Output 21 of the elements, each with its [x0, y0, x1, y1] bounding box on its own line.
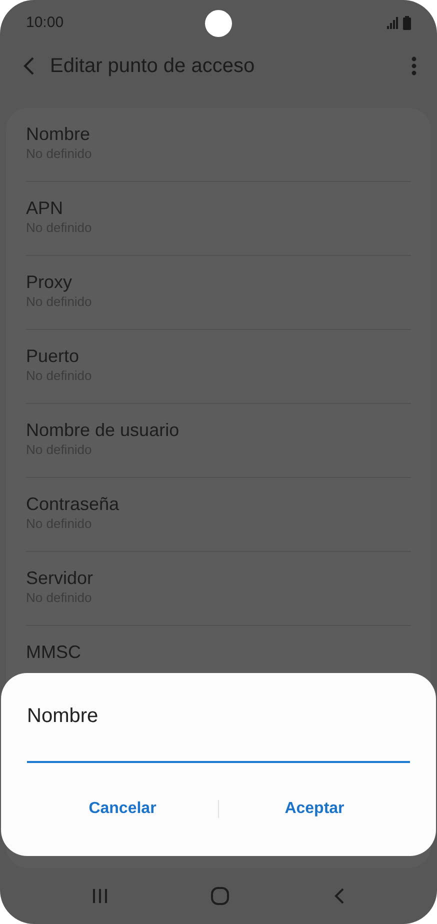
status-time: 10:00 — [26, 13, 64, 33]
setting-title[interactable]: Nombre de usuario — [26, 419, 411, 441]
back-button[interactable] — [22, 56, 36, 76]
setting-title[interactable]: Nombre — [26, 123, 411, 145]
setting-title[interactable]: MMSC — [26, 641, 411, 663]
setting-title[interactable]: Proxy — [26, 271, 411, 293]
recent-apps-icon[interactable] — [92, 888, 108, 904]
setting-title[interactable]: Contraseña — [26, 493, 411, 515]
home-icon[interactable] — [211, 887, 230, 905]
accept-button[interactable]: Aceptar — [219, 793, 410, 825]
battery-icon — [403, 16, 411, 30]
more-options-button[interactable] — [411, 56, 417, 76]
dialog-title: Nombre — [27, 704, 100, 729]
setting-title[interactable]: APN — [26, 197, 411, 219]
page-title: Editar punto de acceso — [50, 54, 256, 79]
setting-title[interactable]: Servidor — [26, 567, 411, 589]
cancel-button[interactable]: Cancelar — [27, 793, 218, 825]
camera-cutout — [205, 10, 232, 37]
signal-icon — [386, 17, 399, 30]
setting-title[interactable]: Puerto — [26, 345, 411, 367]
back-icon[interactable] — [333, 887, 346, 905]
